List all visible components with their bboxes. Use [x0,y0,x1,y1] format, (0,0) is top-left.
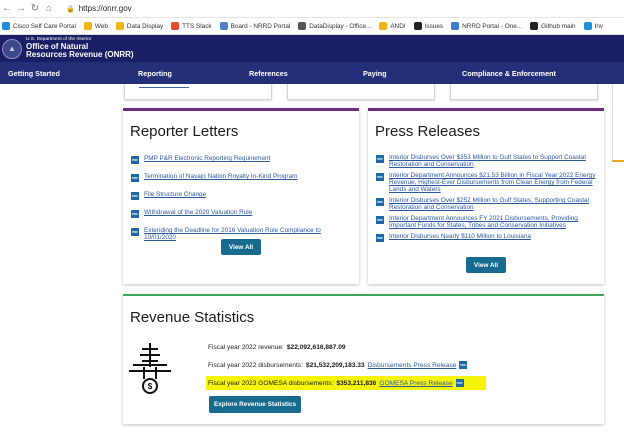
bookmark-icon [530,22,539,30]
url-text[interactable]: https://onrr.gov [79,4,132,13]
stat-value: $22,092,616,887.09 [286,344,346,351]
bookmark-icon [583,22,592,30]
lock-icon: 🔒 [66,5,75,13]
press-releases-list: PDF Interior Disburses Over $353 Million … [376,154,600,242]
list-item[interactable]: PDF Interior Disburses Nearly $110 Millio… [376,233,600,242]
bookmark-icon [298,22,307,30]
disbursements-press-release-link[interactable]: Disbursements Press Release [368,362,457,369]
bookmark-icon [171,22,180,30]
gomesa-press-release-link[interactable]: GOMESA Press Release [379,380,452,387]
card-accent-bar [123,294,604,296]
press-releases-view-all-button[interactable]: View All [466,257,506,273]
pdf-icon: PDF [131,210,139,218]
bookmark-item[interactable]: Board - NRRD Portal [219,22,290,30]
stat-value: $353,211,836 [336,379,377,387]
reporter-letters-card: Reporter Letters PDF PMP P&R Electronic R… [123,108,359,284]
bookmark-item[interactable]: NRRD Portal - One... [451,22,522,30]
home-icon[interactable]: ⌂ [42,3,56,14]
bookmark-icon [451,22,460,30]
list-item[interactable]: PDF Withdrawal of the 2020 Valuation Rule [131,209,353,218]
reporter-letters-view-all-button[interactable]: View All [221,239,261,255]
right-card-partial [612,160,624,240]
pdf-icon: PDF [459,361,468,369]
url-field[interactable]: 🔒 https://onrr.gov [66,4,132,13]
reporter-letters-list: PDF PMP P&R Electronic Reporting Requirem… [131,155,353,241]
partial-card-1 [124,84,272,100]
stat-fy2023-gomesa: Fiscal year 2023 GOMESA disbursements: $… [208,379,464,387]
bookmark-item[interactable]: TTS Slack [171,22,212,30]
pdf-icon: PDF [455,379,464,387]
pdf-icon: PDF [131,192,139,200]
bookmark-item[interactable]: Github main [530,22,576,30]
partial-card-2 [287,84,435,100]
list-item[interactable]: PDF PMP P&R Electronic Reporting Requirem… [131,155,353,164]
stat-fy2022-revenue: Fiscal year 2022 revenue: $22,092,616,88… [208,344,346,351]
list-item[interactable]: PDF Interior Disburses Over $252 Million … [376,197,600,211]
reload-icon[interactable]: ↻ [28,3,42,14]
nav-paying[interactable]: Paying [363,69,387,78]
press-releases-title: Press Releases [375,123,481,140]
nav-compliance[interactable]: Compliance & Enforcement [462,69,556,78]
bookmarks-bar: Cisco Self Care Portal Web Data Display TTS… [0,18,624,35]
revenue-statistics-card: Revenue Statistics $ Fiscal year 2022 re… [123,294,604,424]
bookmark-item[interactable]: ANDI [379,22,406,30]
list-item[interactable]: PDF Interior Department Announces $21.53 … [376,172,600,193]
stat-value: $21,532,209,183.33 [305,361,365,369]
revenue-statistics-title: Revenue Statistics [130,309,255,326]
partial-link[interactable] [139,84,189,88]
bookmark-icon [413,22,422,30]
pdf-icon: PDF [376,155,384,163]
bookmark-item[interactable]: Issues [413,22,443,30]
card-accent-bar [368,108,604,111]
list-item[interactable]: PDF Interior Disburses Over $353 Million … [376,154,600,168]
site-logo[interactable]: U.S. Department of the Interior Office o… [26,37,134,59]
browser-address-bar: ← → ↻ ⌂ 🔒 https://onrr.gov [0,0,624,18]
svg-text:$: $ [148,382,153,391]
list-item[interactable]: PDF Interior Department Announces FY 2021… [376,215,600,229]
reporter-letters-title: Reporter Letters [130,123,239,140]
nav-reporting[interactable]: Reporting [138,69,172,78]
press-releases-card: Press Releases PDF Interior Disburses Ove… [368,108,604,284]
bookmark-item[interactable]: Web [83,22,108,30]
bookmark-item[interactable]: Inv [583,22,603,30]
bookmark-icon [83,22,92,30]
pdf-icon: PDF [376,234,384,242]
pdf-icon: PDF [131,174,139,182]
site-header: ▲ U.S. Department of the Interior Office… [0,35,624,62]
pdf-icon: PDF [131,156,139,164]
bookmark-item[interactable]: Cisco Self Care Portal [2,22,76,30]
right-sidebar-partial [612,84,624,164]
doi-seal-icon[interactable]: ▲ [2,38,22,59]
bookmark-icon [115,22,124,30]
nav-references[interactable]: References [249,69,288,78]
main-nav: Getting Started Reporting References Pay… [0,62,624,84]
forward-icon[interactable]: → [14,3,28,14]
bookmark-item[interactable]: Data Display [115,22,163,30]
stat-fy2022-disbursements: Fiscal year 2022 disbursements: $21,532,… [208,361,468,369]
pdf-icon: PDF [376,216,384,224]
pdf-icon: PDF [131,228,139,236]
oil-rig-icon: $ [129,343,171,394]
card-accent-bar [123,108,359,111]
partial-card-3 [450,84,598,100]
pdf-icon: PDF [376,173,384,181]
explore-revenue-statistics-button[interactable]: Explore Revenue Statistics [209,396,301,413]
pdf-icon: PDF [376,198,384,206]
back-icon[interactable]: ← [0,3,14,14]
list-item[interactable]: PDF Termination of Navajo Nation Royalty … [131,173,353,182]
bookmark-icon [219,22,228,30]
list-item[interactable]: PDF File Structure Change [131,191,353,200]
bookmark-icon [379,22,388,30]
office-name-line2: Resources Revenue (ONRR) [26,49,134,59]
nav-getting-started[interactable]: Getting Started [8,69,60,78]
bookmark-item[interactable]: DataDisplay - Office... [298,22,371,30]
bookmark-icon [2,22,10,30]
